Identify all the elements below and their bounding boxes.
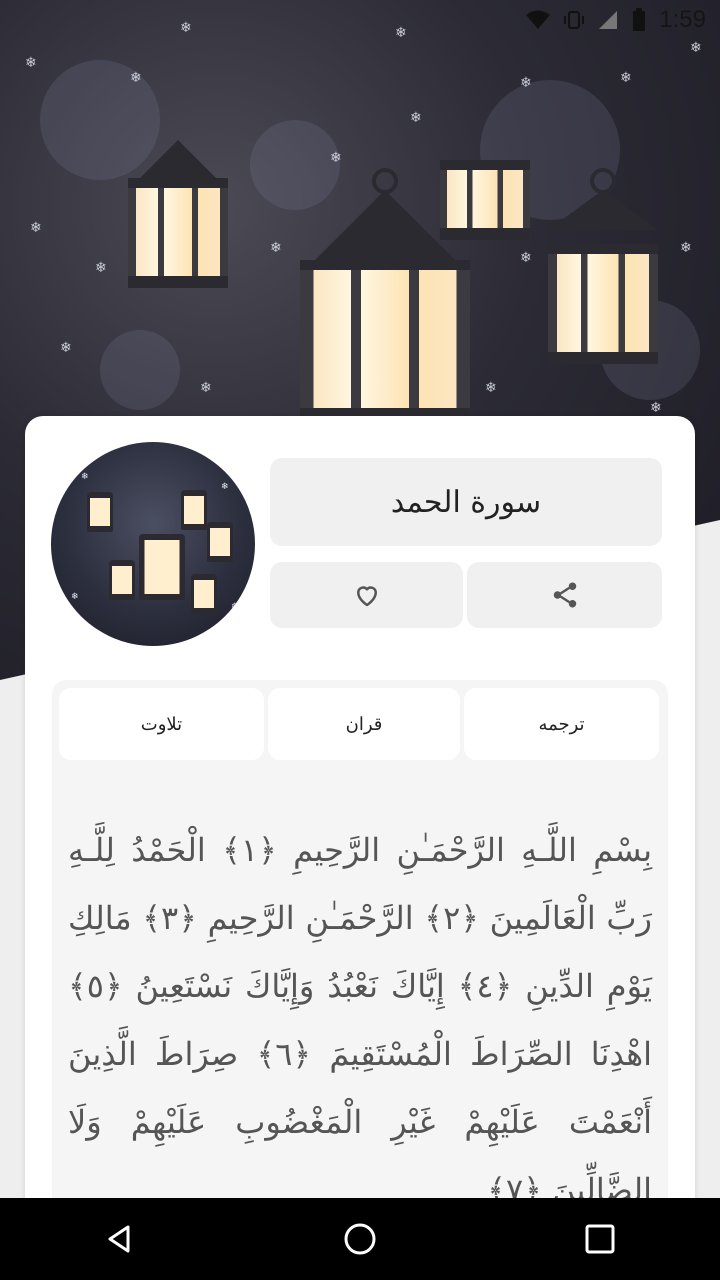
tab-tilawat[interactable]: تلاوت (59, 688, 264, 760)
tab-label: قران (345, 713, 383, 735)
back-icon[interactable] (100, 1219, 140, 1259)
vibrate-icon (564, 11, 585, 29)
tab-label: تلاوت (140, 713, 183, 735)
lantern-top (440, 150, 530, 260)
battery-icon (633, 8, 646, 31)
heart-icon (356, 586, 377, 607)
content-panel: تلاوت قران ترجمه بِسْمِ اللَّـهِ الرَّحْ… (52, 680, 668, 1240)
signal-icon (599, 11, 618, 29)
lantern-left (128, 130, 228, 310)
surah-title: سورة الحمد (390, 484, 542, 520)
tab-quran[interactable]: قران (268, 688, 460, 760)
wifi-icon (526, 10, 551, 29)
navigation-bar (0, 1198, 720, 1280)
surah-verses-text: بِسْمِ اللَّـهِ الرَّحْمَـٰنِ الرَّحِيمِ… (68, 831, 653, 1209)
share-button[interactable] (467, 562, 662, 628)
tab-tarjome[interactable]: ترجمه (464, 688, 659, 760)
share-icon (553, 582, 576, 608)
tab-label: ترجمه (538, 713, 585, 735)
status-bar: 1:59 (0, 0, 720, 40)
favorite-button[interactable] (270, 562, 463, 628)
home-icon[interactable] (340, 1219, 380, 1259)
lantern-right (548, 168, 658, 380)
surah-avatar: ❄ ❄ ❄ ❄ (51, 442, 255, 646)
recents-icon[interactable] (580, 1219, 620, 1259)
surah-card: ❄ ❄ ❄ ❄ سورة الحمد تلاوت قران ترجمه بِسْ… (25, 416, 695, 1240)
surah-title-box: سورة الحمد (270, 458, 662, 546)
status-time: 1:59 (659, 6, 706, 33)
